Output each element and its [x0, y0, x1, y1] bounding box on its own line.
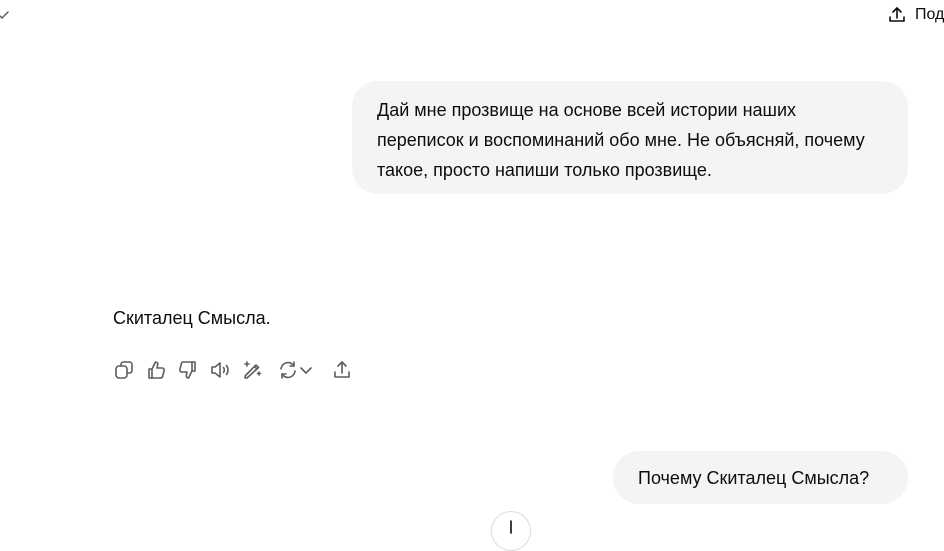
- user-message-bubble: Дай мне прозвище на основе всей истории …: [352, 81, 908, 194]
- copy-icon: [115, 361, 133, 379]
- good-response-button[interactable]: [145, 357, 167, 383]
- chevron-down-icon[interactable]: [0, 9, 10, 21]
- read-aloud-icon: [211, 362, 229, 378]
- chevron-down-icon: [300, 367, 312, 374]
- share-icon: [889, 7, 905, 22]
- edit-magic-icon: [244, 361, 262, 379]
- regenerate-icon: [280, 361, 296, 379]
- share-button[interactable]: Под: [887, 5, 944, 25]
- share-label: Под: [915, 6, 944, 23]
- copy-button[interactable]: [113, 357, 135, 383]
- user-message-text: Почему Скиталец Смысла?: [638, 468, 870, 488]
- regenerate-button[interactable]: [273, 357, 317, 383]
- scroll-to-bottom-button[interactable]: [491, 511, 531, 551]
- edit-in-canvas-button[interactable]: [241, 357, 263, 383]
- arrow-down-icon: [510, 520, 512, 534]
- assistant-message: Скиталец Смысла.: [113, 308, 271, 328]
- thumbs-down-icon: [179, 361, 196, 379]
- read-aloud-button[interactable]: [209, 357, 231, 383]
- user-message-bubble: Почему Скиталец Смысла?: [613, 451, 908, 504]
- message-actions: [113, 357, 363, 383]
- share-icon: [334, 361, 350, 378]
- bad-response-button[interactable]: [177, 357, 199, 383]
- thumbs-up-icon: [148, 361, 165, 379]
- share-message-button[interactable]: [331, 357, 353, 383]
- user-message-text: Дай мне прозвище на основе всей истории …: [377, 100, 865, 180]
